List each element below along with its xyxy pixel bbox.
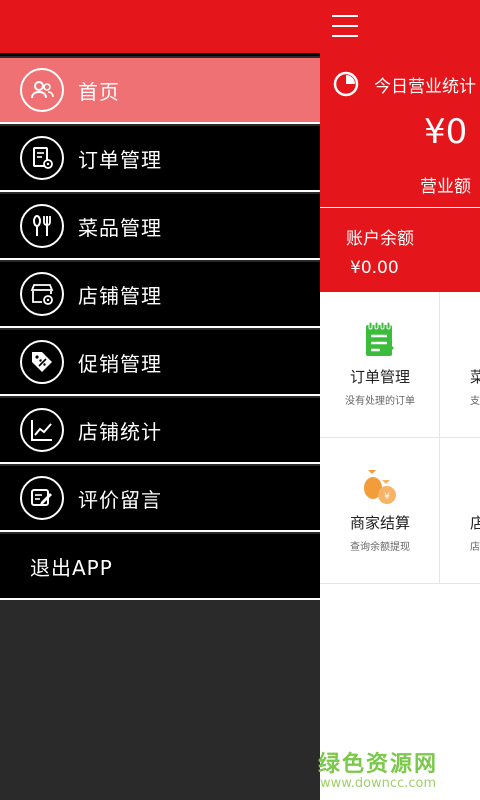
grid-item-shop[interactable]: 店 店铺 — [440, 438, 480, 584]
watermark-title: 绿色资源网 — [318, 752, 439, 777]
grid-item-orders[interactable]: 订单管理 没有处理的订单 — [320, 292, 440, 438]
drawer-item-label: 订单管理 — [78, 147, 162, 172]
grid-item-settlement[interactable]: ¥ 商家结算 查询余额提现 — [320, 438, 440, 584]
grid-item-subtitle: 查询余额提现 — [350, 542, 410, 553]
drawer-item-label: 促销管理 — [78, 351, 162, 376]
grid-item-title: 店 — [470, 514, 480, 532]
balance-value: ¥0.00 — [350, 258, 399, 278]
drawer-item-shop[interactable]: 店铺管理 — [0, 262, 320, 328]
stats-header: 今日营业统计 ¥0 营业额 — [320, 0, 480, 208]
balance-title: 账户余额 — [346, 229, 414, 249]
balance-card[interactable]: 账户余额 ¥0.00 — [320, 208, 480, 292]
drawer-item-label: 店铺管理 — [78, 283, 162, 308]
shop-settings-icon — [20, 272, 64, 316]
discount-tag-icon — [20, 340, 64, 384]
svg-text:¥: ¥ — [384, 492, 390, 502]
grid-item-dishes[interactable]: 菜 支持 — [440, 292, 480, 438]
grid-item-subtitle: 没有处理的订单 — [345, 396, 415, 407]
pie-chart-icon — [333, 71, 359, 97]
drawer-item-reviews[interactable]: 评价留言 — [0, 466, 320, 532]
hamburger-menu-icon[interactable] — [332, 15, 358, 37]
main-content: 今日营业统计 ¥0 营业额 账户余额 ¥0.00 订单管理 没有处理的订单 菜 — [320, 0, 480, 800]
drawer-item-statistics[interactable]: 店铺统计 — [0, 398, 320, 464]
grid-item-subtitle: 支持 — [470, 396, 480, 407]
drawer-item-label: 首页 — [78, 79, 120, 104]
fork-knife-icon — [20, 204, 64, 248]
grid-item-title: 商家结算 — [349, 514, 410, 532]
grid-item-title: 订单管理 — [349, 368, 410, 386]
users-icon — [20, 68, 64, 112]
watermark: 绿色资源网 www.downcc.com — [318, 746, 480, 796]
drawer-item-label: 店铺统计 — [78, 419, 162, 444]
revenue-value: ¥0 — [424, 112, 468, 152]
drawer-item-dishes[interactable]: 菜品管理 — [0, 194, 320, 260]
drawer-item-home[interactable]: 首页 — [0, 58, 320, 124]
drawer-item-orders[interactable]: 订单管理 — [0, 126, 320, 192]
drawer-header — [0, 0, 320, 56]
drawer-item-exit[interactable]: 退出APP — [0, 534, 320, 600]
drawer-item-label: 退出APP — [30, 555, 113, 580]
drawer-item-label: 菜品管理 — [78, 215, 162, 240]
money-bag-icon: ¥ — [364, 470, 396, 504]
line-chart-icon — [20, 408, 64, 452]
grid-item-subtitle: 店铺 — [470, 542, 480, 553]
drawer-item-promotions[interactable]: 促销管理 — [0, 330, 320, 396]
function-grid: 订单管理 没有处理的订单 菜 支持 ¥ 商家结算 查询余额提现 店 店铺 — [320, 292, 480, 584]
order-list-icon — [366, 321, 394, 356]
stats-title: 今日营业统计 — [374, 77, 476, 97]
watermark-url: www.downcc.com — [320, 776, 437, 791]
navigation-drawer: 首页 订单管理 菜品管理 店铺管理 促销管理 店铺统计 评价留言 退出APP — [0, 0, 320, 800]
order-settings-icon — [20, 136, 64, 180]
revenue-label: 营业额 — [420, 177, 471, 197]
grid-item-title: 菜 — [470, 368, 480, 386]
edit-comment-icon — [20, 476, 64, 520]
drawer-item-label: 评价留言 — [78, 487, 162, 512]
